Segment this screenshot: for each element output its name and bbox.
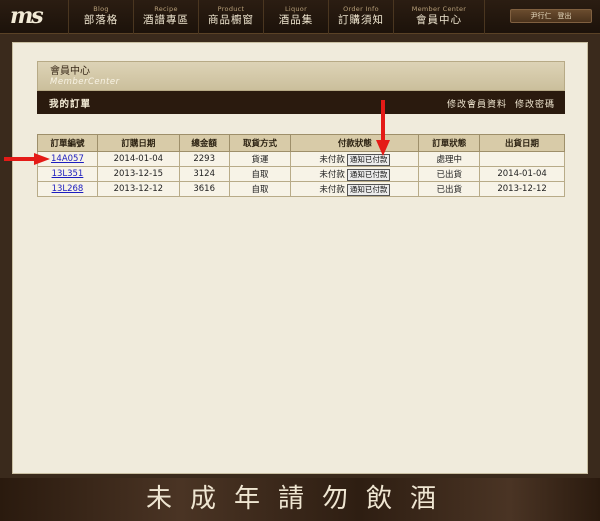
order-id-link[interactable]: 13L268: [52, 184, 84, 194]
pickup-method-cell: 自取: [228, 166, 292, 182]
page-title: 會員中心: [50, 66, 90, 77]
edit-profile-link[interactable]: 修改會員資料: [447, 97, 507, 110]
table-row: 13L268 2013-12-12 3616 自取 未付款 通知已付款 已出貨 2…: [37, 181, 565, 197]
nav-item-zh-label: 部落格: [83, 14, 119, 26]
change-password-link[interactable]: 修改密碼: [515, 97, 555, 110]
table-row: 13L351 2013-12-15 3124 自取 未付款 通知已付款 已出貨 2…: [37, 166, 565, 182]
column-header-pickup-method: 取貨方式: [228, 134, 292, 152]
order-id-link[interactable]: 13L351: [52, 169, 84, 179]
arrow-shaft: [381, 100, 385, 142]
main-nav: Blog 部落格 Recipe 酒譜專區 Product 商品櫥窗 Liquor…: [68, 0, 485, 34]
nav-item-order-info[interactable]: Order Info 訂購須知: [328, 0, 393, 34]
pickup-method-cell: 貨運: [228, 151, 292, 167]
footer-warning-text: 未成年請勿飲酒: [145, 484, 454, 514]
logout-link[interactable]: 登出: [558, 10, 572, 22]
order-id-cell: 13L268: [37, 181, 98, 197]
total-cell: 2293: [178, 151, 230, 167]
payment-status-text: 未付款: [319, 184, 345, 195]
arrow-head: [34, 153, 50, 165]
arrow-shaft: [4, 157, 36, 161]
section-title: 我的訂單: [49, 98, 92, 110]
nav-item-zh-label: 酒譜專區: [143, 14, 189, 26]
payment-status-cell: 未付款 通知已付款: [290, 166, 420, 182]
nav-item-en-label: Member Center: [411, 5, 467, 13]
order-id-cell: 13L351: [37, 166, 98, 182]
annotation-arrow-right: [4, 153, 50, 165]
ship-date-cell: 2014-01-04: [479, 166, 565, 182]
nav-item-en-label: Liquor: [284, 5, 308, 13]
section-bar: 我的訂單 修改會員資料 修改密碼: [37, 91, 565, 114]
column-header-order-date: 訂購日期: [96, 134, 180, 152]
nav-item-zh-label: 訂購須知: [338, 14, 384, 26]
nav-item-member-center[interactable]: Member Center 會員中心: [393, 0, 485, 34]
nav-item-en-label: Recipe: [154, 5, 178, 13]
order-status-cell: 已出貨: [418, 166, 481, 182]
payment-status-cell: 未付款 通知已付款: [290, 151, 420, 167]
account-links: 修改會員資料 修改密碼: [447, 97, 555, 110]
order-status-cell: 已出貨: [418, 181, 481, 197]
site-logo[interactable]: ms: [10, 3, 56, 29]
ship-date-cell: [479, 151, 565, 167]
order-date-cell: 2014-01-04: [96, 151, 180, 167]
page-subtitle: MemberCenter: [50, 77, 120, 87]
arrow-head: [376, 140, 390, 156]
table-row: 14A057 2014-01-04 2293 貨運 未付款 通知已付款 處理中: [37, 151, 565, 167]
footer-banner: 未成年請勿飲酒: [0, 478, 600, 521]
nav-item-recipe[interactable]: Recipe 酒譜專區: [133, 0, 198, 34]
column-header-order-id: 訂單編號: [37, 134, 98, 152]
nav-item-en-label: Product: [217, 5, 245, 13]
nav-item-zh-label: 商品櫥窗: [208, 14, 254, 26]
payment-status-text: 未付款: [319, 169, 345, 180]
payment-status-cell: 未付款 通知已付款: [290, 181, 420, 197]
annotation-arrow-down: [376, 100, 390, 156]
total-cell: 3616: [178, 181, 230, 197]
orders-table: 訂單編號 訂購日期 總金額 取貨方式 付款狀態 訂單狀態 出貨日期 14A057…: [37, 134, 565, 197]
nav-item-zh-label: 會員中心: [416, 14, 462, 26]
top-navigation-bar: ms Blog 部落格 Recipe 酒譜專區 Product 商品櫥窗 Liq…: [0, 0, 600, 34]
nav-item-zh-label: 酒品集: [278, 14, 314, 26]
column-header-payment-status: 付款狀態: [290, 134, 420, 152]
nav-item-en-label: Order Info: [343, 5, 379, 13]
payment-status-text: 未付款: [319, 154, 345, 165]
member-center-panel: 會員中心 MemberCenter 我的訂單 修改會員資料 修改密碼: [37, 61, 565, 116]
user-name-link[interactable]: 尹行仁: [531, 10, 552, 22]
pickup-method-cell: 自取: [228, 181, 292, 197]
column-header-total: 總金額: [178, 134, 230, 152]
total-cell: 3124: [178, 166, 230, 182]
user-box: 尹行仁 登出: [510, 9, 592, 23]
nav-item-en-label: Blog: [93, 5, 109, 13]
nav-item-liquor[interactable]: Liquor 酒品集: [263, 0, 328, 34]
nav-item-product[interactable]: Product 商品櫥窗: [198, 0, 263, 34]
order-status-cell: 處理中: [418, 151, 481, 167]
notify-paid-button[interactable]: 通知已付款: [346, 168, 391, 181]
order-date-cell: 2013-12-12: [96, 181, 180, 197]
ship-date-cell: 2013-12-12: [479, 181, 565, 197]
order-date-cell: 2013-12-15: [96, 166, 180, 182]
column-header-ship-date: 出貨日期: [479, 134, 565, 152]
order-id-link[interactable]: 14A057: [51, 154, 84, 164]
content-frame: 會員中心 MemberCenter 我的訂單 修改會員資料 修改密碼 訂單編號 …: [12, 42, 588, 474]
nav-item-blog[interactable]: Blog 部落格: [68, 0, 133, 34]
member-center-header: 會員中心 MemberCenter: [37, 61, 565, 91]
notify-paid-button[interactable]: 通知已付款: [346, 183, 391, 196]
column-header-order-status: 訂單狀態: [418, 134, 481, 152]
table-header-row: 訂單編號 訂購日期 總金額 取貨方式 付款狀態 訂單狀態 出貨日期: [37, 134, 565, 152]
